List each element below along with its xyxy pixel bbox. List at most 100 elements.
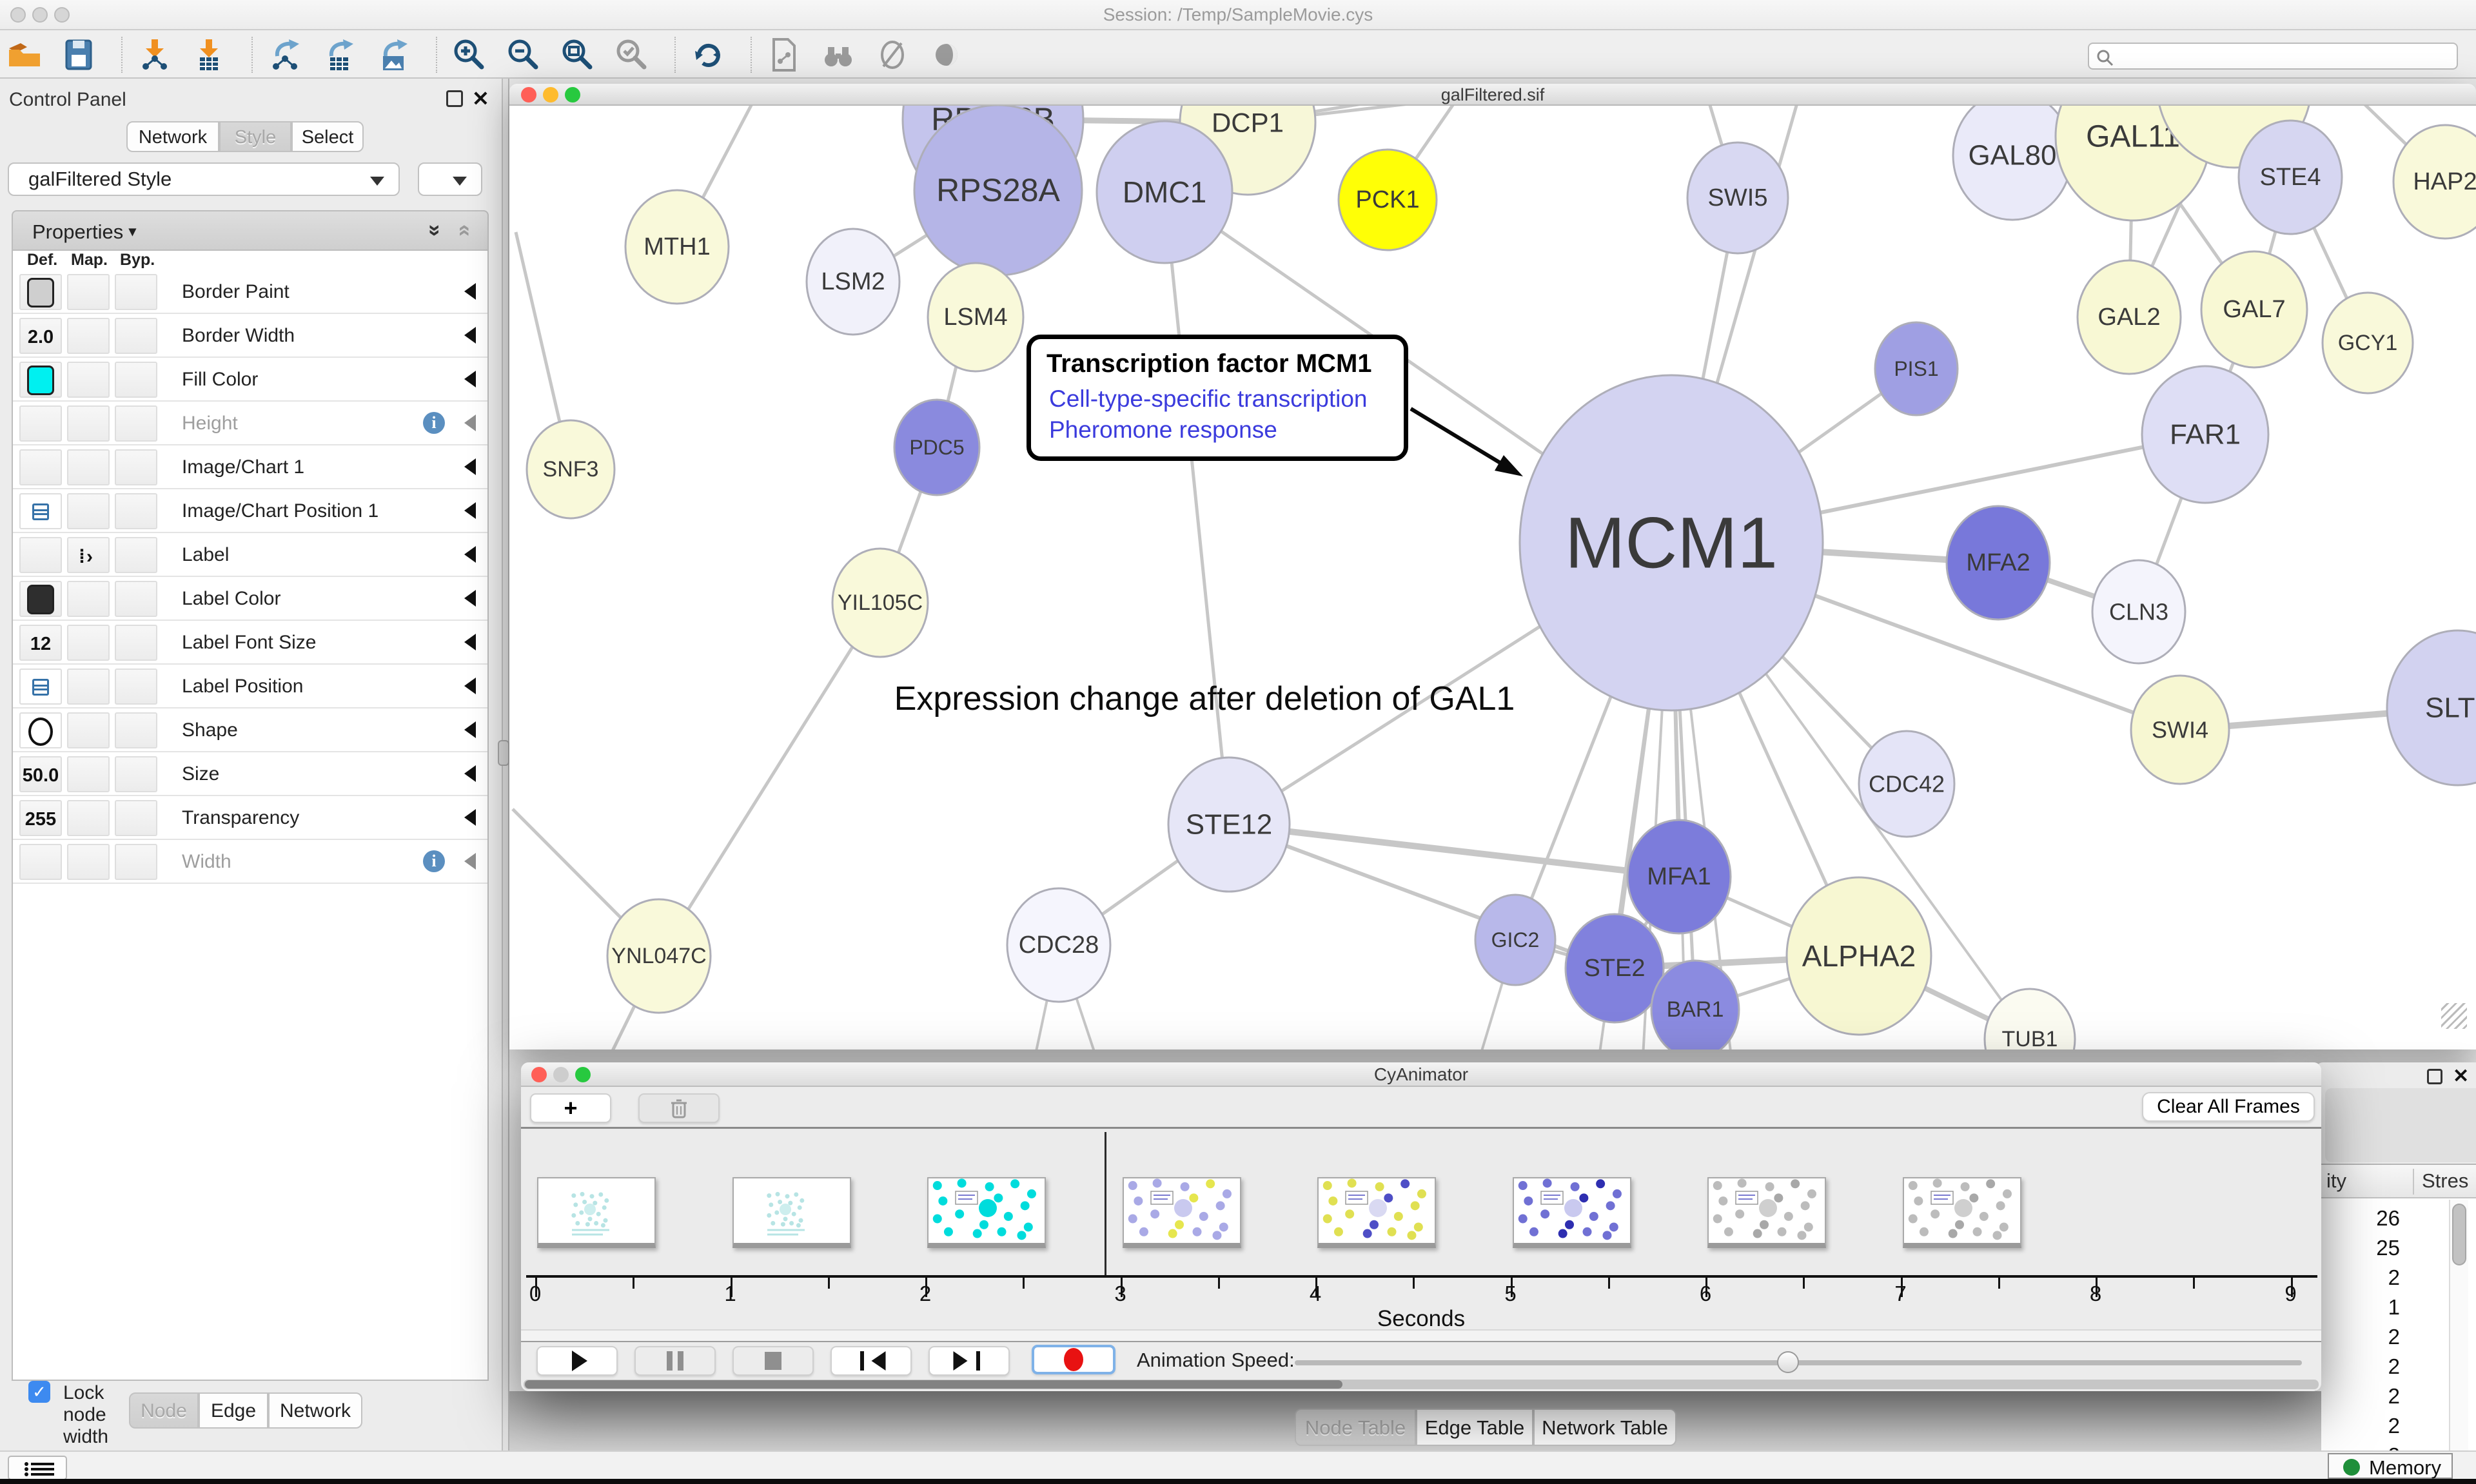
play-button[interactable] (536, 1346, 618, 1376)
property-cell[interactable] (115, 405, 157, 442)
property-row-border-paint[interactable]: Border Paint (13, 270, 487, 314)
property-cell[interactable] (67, 669, 110, 705)
property-cell[interactable] (67, 581, 110, 617)
property-cell[interactable] (67, 318, 110, 354)
property-cell[interactable] (67, 800, 110, 836)
stop-button[interactable] (732, 1346, 814, 1376)
property-row-label-position[interactable]: Label Position (13, 665, 487, 708)
refresh-layout-icon[interactable] (690, 37, 726, 73)
property-row-transparency[interactable]: 255Transparency (13, 796, 487, 840)
property-row-fill-color[interactable]: Fill Color (13, 358, 487, 402)
property-cell[interactable] (67, 274, 110, 310)
property-cell[interactable] (19, 405, 62, 442)
info-icon[interactable]: i (423, 850, 445, 872)
frame-thumbnail-2[interactable] (732, 1177, 851, 1248)
search-box[interactable] (2088, 43, 2458, 70)
tab-network-table[interactable]: Network Table (1533, 1409, 1676, 1446)
node-PCK1[interactable]: PCK1 (1339, 150, 1437, 250)
expand-property-icon[interactable] (456, 327, 476, 344)
frame-thumbnail-7[interactable] (1707, 1177, 1826, 1248)
timeline[interactable] (521, 1129, 2321, 1275)
property-cell[interactable] (67, 449, 110, 485)
tab-network[interactable]: Network (126, 121, 219, 152)
property-cell[interactable] (115, 318, 157, 354)
search-binoculars-icon[interactable] (820, 37, 856, 73)
node-STE4[interactable]: STE4 (2239, 121, 2342, 234)
maximize-button[interactable] (565, 87, 580, 103)
node-YNL047C[interactable]: YNL047C (607, 899, 711, 1013)
node-MTH1[interactable]: MTH1 (625, 190, 729, 304)
property-cell[interactable] (67, 493, 110, 529)
status-menu-button[interactable] (8, 1456, 67, 1480)
annotation-link-2[interactable]: Pheromone response (1049, 416, 1277, 444)
expand-all-icon[interactable]: » (422, 224, 447, 237)
table-scrollbar[interactable] (2449, 1200, 2468, 1454)
property-cell[interactable] (115, 449, 157, 485)
minimize-button[interactable] (543, 87, 558, 103)
add-frame-button[interactable]: + (530, 1093, 611, 1123)
property-row-width[interactable]: Widthi (13, 840, 487, 884)
skip-to-start-button[interactable] (830, 1346, 912, 1376)
collapse-all-icon[interactable]: » (451, 224, 476, 237)
tab-node[interactable]: Node (129, 1392, 199, 1429)
frame-thumbnail-4[interactable] (1123, 1177, 1241, 1248)
close-button[interactable] (531, 1067, 547, 1082)
divider-grip[interactable] (498, 740, 509, 766)
hide-details-icon[interactable] (874, 37, 910, 73)
tab-edge-table[interactable]: Edge Table (1416, 1409, 1533, 1446)
float-panel-icon[interactable] (2427, 1069, 2442, 1084)
property-cell[interactable]: 12 (19, 625, 62, 661)
property-cell[interactable] (115, 844, 157, 880)
expand-property-icon[interactable] (456, 678, 476, 694)
property-cell[interactable] (19, 844, 62, 880)
node-MFA2[interactable]: MFA2 (1947, 506, 2050, 620)
node-STE12[interactable]: STE12 (1168, 757, 1290, 892)
node-LSM4[interactable]: LSM4 (928, 263, 1023, 371)
float-panel-icon[interactable] (446, 90, 463, 107)
record-button[interactable] (1032, 1345, 1115, 1374)
node-DMC1[interactable]: DMC1 (1097, 121, 1232, 263)
show-details-icon[interactable] (928, 37, 965, 73)
style-select-dropdown[interactable]: galFiltered Style (8, 162, 400, 196)
property-cell[interactable] (67, 362, 110, 398)
tab-edge[interactable]: Edge (199, 1392, 268, 1429)
property-cell[interactable] (19, 274, 62, 310)
property-row-height[interactable]: Heighti (13, 402, 487, 445)
node-CDC42[interactable]: CDC42 (1859, 731, 1954, 837)
expand-property-icon[interactable] (456, 458, 476, 475)
frame-thumbnail-3[interactable] (927, 1177, 1046, 1248)
table-cell[interactable]: 2 (2329, 1354, 2400, 1379)
property-cell[interactable] (115, 537, 157, 573)
node-MFA1[interactable]: MFA1 (1627, 820, 1731, 933)
tab-node-table[interactable]: Node Table (1295, 1409, 1416, 1446)
table-cell[interactable]: 26 (2329, 1206, 2400, 1231)
property-cell[interactable] (115, 493, 157, 529)
property-cell[interactable]: 255 (19, 800, 62, 836)
frame-thumbnail-6[interactable] (1513, 1177, 1631, 1248)
property-cell[interactable] (19, 493, 62, 529)
frame-thumbnail-8[interactable] (1903, 1177, 2021, 1248)
node-PDC5[interactable]: PDC5 (894, 400, 979, 495)
node-RPS28A[interactable]: RPS28A (914, 106, 1082, 275)
close-button[interactable] (521, 87, 536, 103)
expand-property-icon[interactable] (456, 546, 476, 563)
table-cell[interactable]: 2 (2329, 1265, 2400, 1290)
pause-button[interactable] (634, 1346, 716, 1376)
property-row-label[interactable]: ⁞›Label (13, 533, 487, 577)
network-canvas[interactable]: RPS28BDCP1RPS28ADMC1PCK1MTH1LSM2LSM4SNF3… (509, 106, 2476, 1050)
property-cell[interactable] (19, 449, 62, 485)
expand-property-icon[interactable] (456, 809, 476, 826)
expand-property-icon[interactable] (456, 634, 476, 650)
property-cell[interactable] (115, 362, 157, 398)
node-LSM2[interactable]: LSM2 (807, 229, 899, 335)
node-GAL80[interactable]: GAL80 (1953, 106, 2072, 220)
close-panel-icon[interactable]: ✕ (472, 86, 489, 111)
property-row-label-color[interactable]: Label Color (13, 577, 487, 621)
column-header[interactable]: Stres (2414, 1165, 2476, 1198)
property-cell[interactable] (19, 712, 62, 748)
speed-slider-handle[interactable] (1777, 1351, 1799, 1373)
info-icon[interactable]: i (423, 412, 445, 434)
node-SNF3[interactable]: SNF3 (527, 420, 614, 518)
property-cell[interactable] (19, 537, 62, 573)
zoom-in-icon[interactable] (451, 37, 487, 73)
